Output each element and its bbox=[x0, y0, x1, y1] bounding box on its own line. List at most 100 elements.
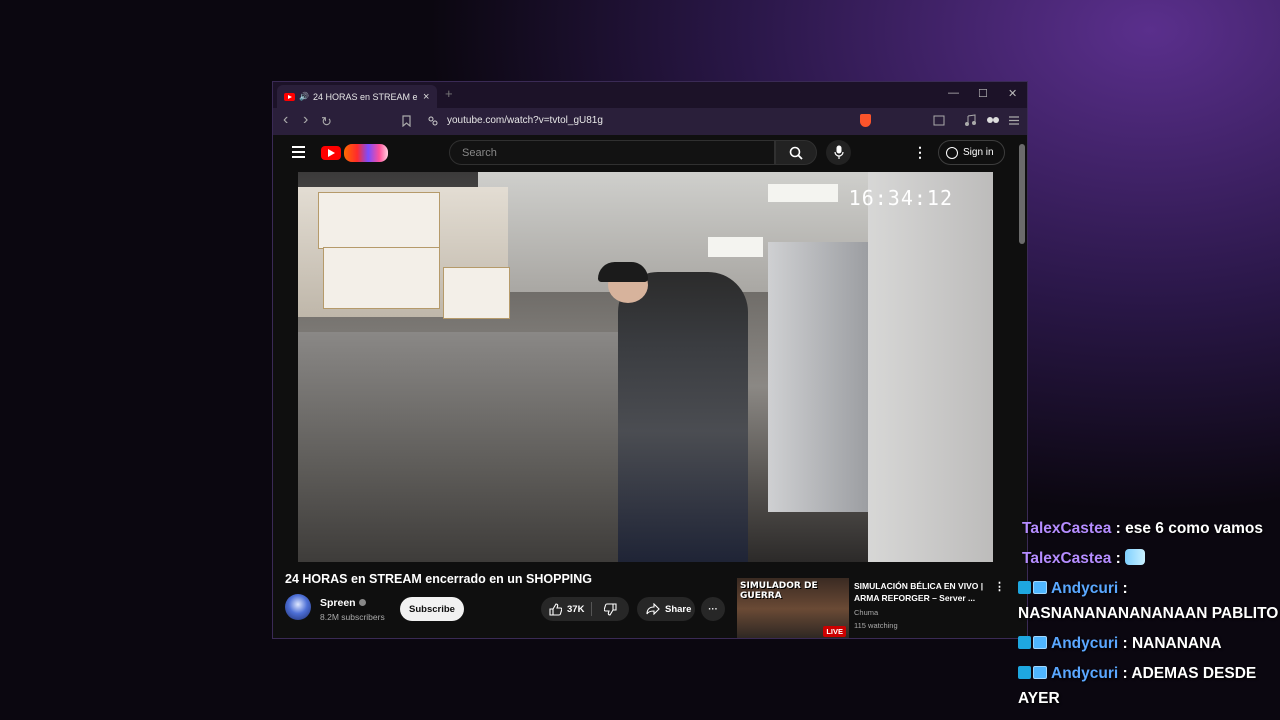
more-actions-button[interactable]: ··· bbox=[701, 597, 725, 621]
video-timestamp-overlay: 16:34:12 bbox=[848, 186, 953, 210]
youtube-favicon-icon bbox=[284, 92, 295, 101]
chat-separator: : bbox=[1111, 550, 1126, 567]
mic-icon bbox=[834, 145, 844, 159]
chat-message: TalexCastea : bbox=[1022, 546, 1280, 571]
brave-shield-icon[interactable] bbox=[860, 114, 871, 127]
video-scene bbox=[768, 184, 838, 202]
subscriber-badge-icon bbox=[1018, 636, 1031, 649]
browser-tab[interactable]: 🔊 24 HORAS en STREAM encerr × bbox=[277, 85, 437, 108]
account-icon bbox=[946, 146, 958, 159]
chat-text: NANANANA bbox=[1131, 635, 1222, 652]
chat-badge-icon bbox=[1033, 666, 1047, 679]
tab-title: 24 HORAS en STREAM encerr bbox=[312, 91, 417, 102]
page-scrollbar[interactable] bbox=[1019, 144, 1025, 244]
back-button[interactable]: ‹ bbox=[283, 111, 288, 129]
chat-message: Andycuri : NANANANA bbox=[1018, 631, 1280, 656]
minimize-button[interactable]: — bbox=[948, 87, 959, 99]
recommendation-thumbnail[interactable]: SIMULADOR DE GUERRA LIVE bbox=[737, 578, 849, 638]
search-icon bbox=[789, 146, 803, 160]
verified-icon bbox=[358, 599, 366, 606]
share-icon bbox=[646, 603, 660, 615]
tab-bar: 🔊 24 HORAS en STREAM encerr × + — ☐ ✕ bbox=[273, 82, 1027, 108]
live-badge: LIVE bbox=[823, 626, 846, 637]
chat-text: ese 6 como vamos bbox=[1125, 520, 1263, 537]
recommendation-title[interactable]: SIMULACIÓN BÉLICA EN VIVO | ARMA REFORGE… bbox=[854, 580, 986, 604]
divider bbox=[591, 602, 592, 616]
subscriber-badge-icon bbox=[1018, 581, 1031, 594]
menu-icon[interactable] bbox=[292, 146, 305, 161]
chat-separator: : bbox=[1118, 635, 1132, 652]
tab-close-button[interactable]: × bbox=[423, 91, 429, 103]
channel-name-row[interactable]: Spreen bbox=[320, 597, 366, 609]
share-label: Share bbox=[665, 603, 692, 615]
private-icon[interactable] bbox=[986, 116, 1000, 124]
chat-emote-icon bbox=[1125, 549, 1146, 565]
voice-search-button[interactable] bbox=[826, 140, 851, 165]
sign-in-button[interactable]: Sign in bbox=[938, 140, 1005, 165]
video-scene bbox=[868, 172, 993, 562]
like-dislike-group: 37K bbox=[541, 597, 629, 621]
address-bar[interactable]: youtube.com/watch?v=tvtol_gU81g bbox=[447, 115, 603, 126]
subscriber-count: 8.2M subscribers bbox=[320, 612, 385, 622]
video-scene bbox=[443, 267, 510, 319]
stream-chat-overlay: TalexCastea : ese 6 como vamos TalexCast… bbox=[1018, 516, 1280, 716]
chat-username: TalexCastea bbox=[1022, 520, 1112, 537]
chat-username: TalexCastea bbox=[1022, 550, 1112, 567]
video-scene bbox=[618, 272, 748, 562]
channel-name: Spreen bbox=[320, 597, 356, 609]
chat-username: Andycuri bbox=[1051, 635, 1119, 652]
chat-separator: : bbox=[1118, 665, 1132, 682]
chat-message: TalexCastea : ese 6 como vamos bbox=[1022, 516, 1280, 541]
bookmark-icon[interactable] bbox=[402, 115, 411, 127]
browser-window: 🔊 24 HORAS en STREAM encerr × + — ☐ ✕ ‹ … bbox=[272, 81, 1028, 639]
video-scene bbox=[298, 332, 628, 562]
youtube-header: ⋮ Sign in bbox=[273, 135, 1013, 172]
chat-separator: : bbox=[1118, 580, 1128, 597]
site-info-icon[interactable] bbox=[428, 116, 438, 126]
chat-username: Andycuri bbox=[1051, 665, 1119, 682]
maximize-button[interactable]: ☐ bbox=[978, 87, 988, 100]
like-icon[interactable] bbox=[549, 602, 562, 616]
subscribe-button[interactable]: Subscribe bbox=[400, 597, 464, 621]
video-player[interactable]: 16:34:12 bbox=[298, 172, 993, 562]
video-title: 24 HORAS en STREAM encerrado en un SHOPP… bbox=[285, 572, 593, 586]
youtube-page: ⋮ Sign in 16:34:12 24 HORAS en STREAM en… bbox=[273, 135, 1013, 638]
channel-avatar[interactable] bbox=[285, 594, 311, 620]
chat-separator: : bbox=[1111, 520, 1126, 537]
like-count[interactable]: 37K bbox=[567, 604, 584, 615]
sign-in-label: Sign in bbox=[963, 147, 994, 158]
chat-message: Andycuri : ADEMAS DESDE AYER bbox=[1018, 661, 1280, 711]
close-window-button[interactable]: ✕ bbox=[1008, 87, 1017, 100]
search-input[interactable] bbox=[460, 146, 754, 160]
thumbnail-text: SIMULADOR DE GUERRA bbox=[740, 581, 818, 601]
recommendation-menu-button[interactable]: ⋮ bbox=[994, 580, 1005, 593]
chat-username: Andycuri bbox=[1051, 580, 1119, 597]
video-scene bbox=[768, 242, 868, 512]
chat-badge-icon bbox=[1033, 636, 1047, 649]
recommendation-channel[interactable]: Chuma bbox=[854, 608, 878, 617]
youtube-doodle-icon[interactable] bbox=[344, 144, 388, 162]
video-scene bbox=[708, 237, 763, 257]
navigation-bar: ‹ › ↻ youtube.com/watch?v=tvtol_gU81g bbox=[273, 108, 1027, 135]
settings-more-button[interactable]: ⋮ bbox=[913, 144, 927, 161]
video-scene bbox=[598, 262, 648, 282]
forward-button[interactable]: › bbox=[303, 111, 308, 129]
new-tab-button[interactable]: + bbox=[445, 86, 453, 101]
tab-search-icon[interactable] bbox=[933, 115, 945, 126]
browser-menu-icon[interactable] bbox=[1008, 115, 1020, 126]
chat-text: NASNANANANANANAAN PABLITO bbox=[1018, 605, 1279, 622]
video-scene bbox=[323, 247, 440, 309]
reload-button[interactable]: ↻ bbox=[321, 114, 332, 130]
dislike-icon[interactable] bbox=[604, 603, 617, 616]
chat-message: Andycuri : NASNANANANANANAAN PABLITO bbox=[1018, 576, 1280, 626]
subscriber-badge-icon bbox=[1018, 666, 1031, 679]
speaker-icon[interactable]: 🔊 bbox=[299, 92, 309, 101]
share-button[interactable]: Share bbox=[637, 597, 695, 621]
youtube-logo-icon[interactable] bbox=[321, 146, 341, 160]
search-box bbox=[449, 140, 775, 165]
recommendation-viewers: 115 watching bbox=[854, 621, 898, 630]
media-icon[interactable] bbox=[964, 114, 976, 127]
chat-badge-icon bbox=[1033, 581, 1047, 594]
video-scene bbox=[318, 192, 440, 249]
search-button[interactable] bbox=[775, 140, 817, 165]
